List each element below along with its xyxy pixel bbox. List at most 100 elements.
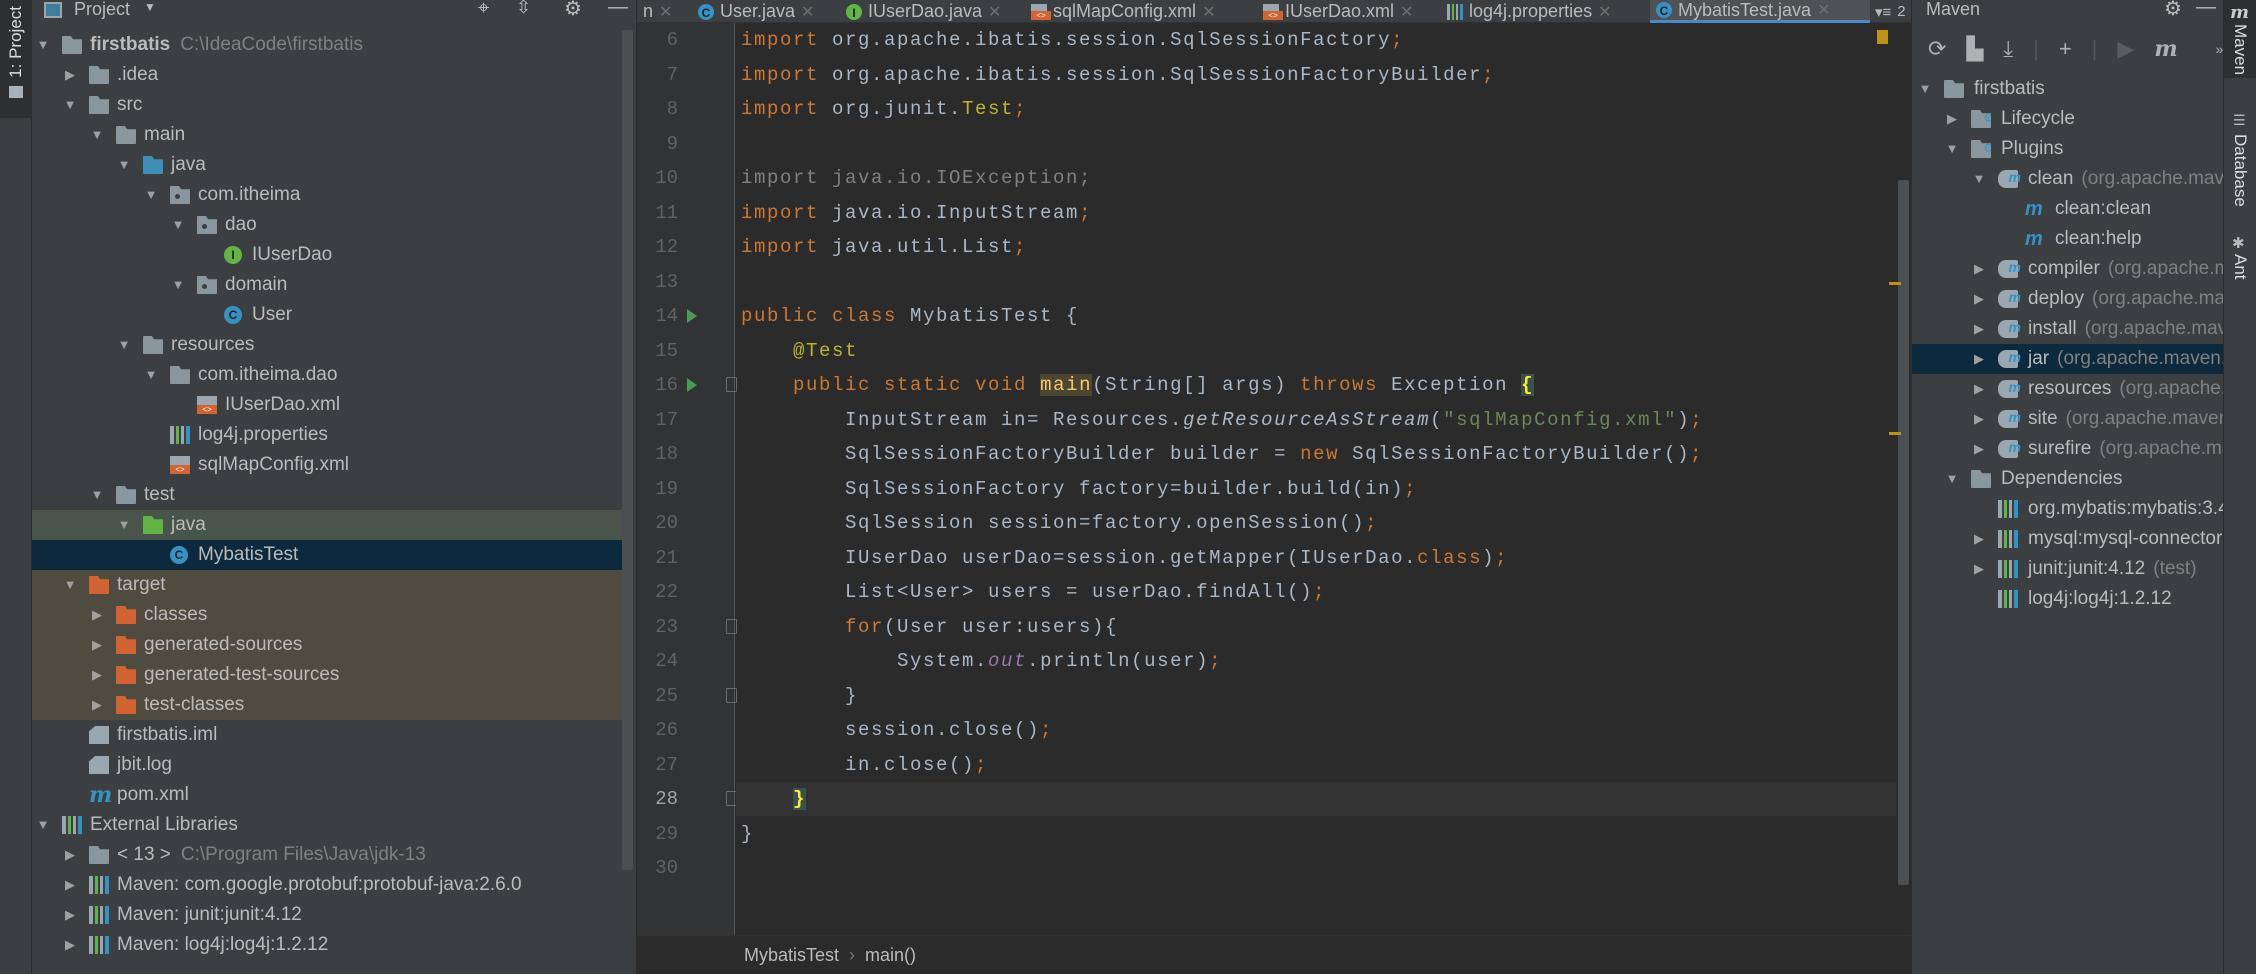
tree-item[interactable]: firstbatis.iml — [32, 720, 622, 750]
editor-tab[interactable]: C User.java ✕ — [692, 0, 832, 23]
expanded-arrow-icon[interactable]: ▼ — [1945, 134, 1959, 164]
expanded-arrow-icon[interactable]: ▼ — [171, 210, 185, 240]
run-gutter-icon[interactable] — [687, 378, 697, 392]
tree-item[interactable]: ▶ generated-test-sources — [32, 660, 622, 690]
tree-item[interactable]: I IUserDao — [32, 240, 622, 270]
warning-marker[interactable] — [1877, 30, 1888, 44]
close-icon[interactable]: ✕ — [801, 2, 814, 22]
tree-item[interactable]: IUserDao.xml — [32, 390, 622, 420]
close-icon[interactable]: ✕ — [1817, 0, 1830, 20]
collapsed-arrow-icon[interactable]: ▶ — [1972, 374, 1986, 404]
tree-item[interactable]: ▼ test — [32, 480, 622, 510]
maven-tree-item[interactable]: ▶ Lifecycle — [1912, 104, 2223, 134]
collapsed-arrow-icon[interactable]: ▶ — [90, 600, 104, 630]
maven-tree-item[interactable]: ▶ jar (org.apache.maven.plugins) — [1912, 342, 2223, 374]
close-icon[interactable]: ✕ — [1598, 2, 1611, 22]
project-tool-tab[interactable]: 1: Project — [0, 0, 32, 118]
error-stripe-mark[interactable] — [1889, 432, 1901, 435]
gear-icon[interactable]: ⚙ — [564, 0, 582, 21]
maven-tree-item[interactable]: ▼ firstbatis — [1912, 74, 2223, 104]
collapse-all-icon[interactable]: ⇳ — [516, 0, 531, 18]
collapsed-arrow-icon[interactable]: ▶ — [90, 690, 104, 720]
expanded-arrow-icon[interactable]: ▼ — [90, 120, 104, 150]
error-stripe-mark[interactable] — [1889, 282, 1901, 285]
collapsed-arrow-icon[interactable]: ▶ — [1972, 344, 1986, 374]
expanded-arrow-icon[interactable]: ▼ — [36, 810, 50, 840]
run-icon[interactable]: ▶ — [2117, 36, 2134, 62]
breadcrumb-method[interactable]: main() — [865, 945, 916, 966]
maven-tree-item[interactable]: log4j:log4j:1.2.12 — [1912, 584, 2223, 614]
tree-item[interactable]: ▶ < 13 > C:\Program Files\Java\jdk-13 — [32, 840, 622, 870]
tree-item[interactable]: ▼ firstbatis C:\IdeaCode\firstbatis — [32, 30, 622, 60]
tree-item[interactable]: ▼ domain — [32, 270, 622, 300]
collapsed-arrow-icon[interactable]: ▶ — [63, 930, 77, 960]
maven-tree-item[interactable]: m clean:help — [1912, 224, 2223, 254]
fold-marker-icon[interactable] — [726, 687, 737, 703]
chevron-down-icon[interactable]: ▼ — [144, 0, 156, 14]
collapsed-arrow-icon[interactable]: ▶ — [63, 870, 77, 900]
collapsed-arrow-icon[interactable]: ▶ — [1945, 104, 1959, 134]
collapsed-arrow-icon[interactable]: ▶ — [63, 900, 77, 930]
collapsed-arrow-icon[interactable]: ▶ — [90, 660, 104, 690]
ant-tool-tab[interactable]: ✱ Ant — [2224, 234, 2256, 294]
maven-tree-item[interactable]: m clean:clean — [1912, 194, 2223, 224]
collapsed-arrow-icon[interactable]: ▶ — [63, 60, 77, 90]
expanded-arrow-icon[interactable]: ▼ — [63, 90, 77, 120]
tree-item[interactable]: log4j.properties — [32, 420, 622, 450]
tree-item[interactable]: sqlMapConfig.xml — [32, 450, 622, 480]
expanded-arrow-icon[interactable]: ▼ — [117, 330, 131, 360]
maven-tree-item[interactable]: ▶ mysql:mysql-connector-java:5.1.6 — [1912, 524, 2223, 554]
collapsed-arrow-icon[interactable]: ▶ — [1972, 314, 1986, 344]
tree-item[interactable]: ▶ Maven: com.google.protobuf:protobuf-jav… — [32, 870, 622, 900]
close-icon[interactable]: ✕ — [988, 2, 1001, 22]
reload-icon[interactable]: ⟳ — [1928, 36, 1946, 62]
maven-tree-item[interactable]: ▶ site (org.apache.maven.plugins) — [1912, 402, 2223, 434]
tree-item[interactable]: jbit.log — [32, 750, 622, 780]
more-icon[interactable]: » — [2216, 41, 2223, 57]
fold-marker-icon[interactable] — [726, 377, 737, 392]
tree-item[interactable]: ▶ Maven: log4j:log4j:1.2.12 — [32, 930, 622, 960]
locate-icon[interactable]: ⌖ — [478, 0, 489, 20]
tree-item[interactable]: ▼ External Libraries — [32, 810, 622, 840]
close-icon[interactable]: ✕ — [1400, 2, 1413, 22]
expanded-arrow-icon[interactable]: ▼ — [171, 270, 185, 300]
collapsed-arrow-icon[interactable]: ▶ — [1972, 404, 1986, 434]
collapsed-arrow-icon[interactable]: ▶ — [1972, 254, 1986, 284]
tree-item[interactable]: ▶ .idea — [32, 60, 622, 90]
maven-tool-tab[interactable]: m Maven — [2224, 0, 2256, 78]
maven-tree-item[interactable]: ▶ deploy (org.apache.maven.plugins) — [1912, 282, 2223, 314]
tree-item[interactable]: ▶ test-classes — [32, 690, 622, 720]
expanded-arrow-icon[interactable]: ▼ — [63, 570, 77, 600]
tree-item[interactable]: ▶ generated-sources — [32, 630, 622, 660]
project-view-selector[interactable]: Project — [74, 0, 130, 20]
tree-item[interactable]: ▼ com.itheima — [32, 180, 622, 210]
collapsed-arrow-icon[interactable]: ▶ — [1972, 524, 1986, 554]
maven-tree-item[interactable]: ▶ resources (org.apache.maven.plugins) — [1912, 372, 2223, 404]
execute-goal-icon[interactable]: m — [2154, 38, 2177, 60]
run-gutter-icon[interactable] — [687, 309, 697, 323]
tab-overflow-button[interactable]: ▾≡ 2 — [1875, 0, 1906, 23]
generate-sources-icon[interactable]: ▙ — [1966, 36, 1983, 62]
tree-item[interactable]: ▼ src — [32, 90, 622, 120]
expanded-arrow-icon[interactable]: ▼ — [1972, 164, 1986, 194]
maven-tree-item[interactable]: ▼ clean (org.apache.maven.plugins:maven-cl… — [1912, 162, 2223, 194]
maven-tree-item[interactable]: ▼ Dependencies — [1912, 464, 2223, 494]
expanded-arrow-icon[interactable]: ▼ — [1945, 464, 1959, 494]
close-icon[interactable]: ✕ — [1202, 2, 1215, 22]
expanded-arrow-icon[interactable]: ▼ — [144, 360, 158, 390]
editor-tab[interactable]: IUserDao.xml✕ — [1257, 0, 1427, 23]
expanded-arrow-icon[interactable]: ▼ — [36, 30, 50, 60]
tree-item[interactable]: ▼ java — [32, 150, 622, 180]
editor-tab[interactable]: n ✕ — [637, 0, 677, 23]
database-tool-tab[interactable]: ☰ Database — [2224, 108, 2256, 208]
tree-item[interactable]: ▼ resources — [32, 330, 622, 360]
maven-tree-item[interactable]: ▶ surefire (org.apache.maven.plugins) — [1912, 432, 2223, 464]
tree-item[interactable]: ▼ java — [32, 510, 622, 540]
project-scrollbar[interactable] — [622, 30, 633, 870]
expanded-arrow-icon[interactable]: ▼ — [117, 150, 131, 180]
tree-item[interactable]: ▼ dao — [32, 210, 622, 240]
hide-icon[interactable]: — — [608, 0, 628, 19]
collapsed-arrow-icon[interactable]: ▶ — [63, 840, 77, 870]
editor-tab[interactable]: sqlMapConfig.xml✕ — [1025, 0, 1240, 23]
editor-tab[interactable]: C MybatisTest.java ✕ — [1650, 0, 1870, 23]
